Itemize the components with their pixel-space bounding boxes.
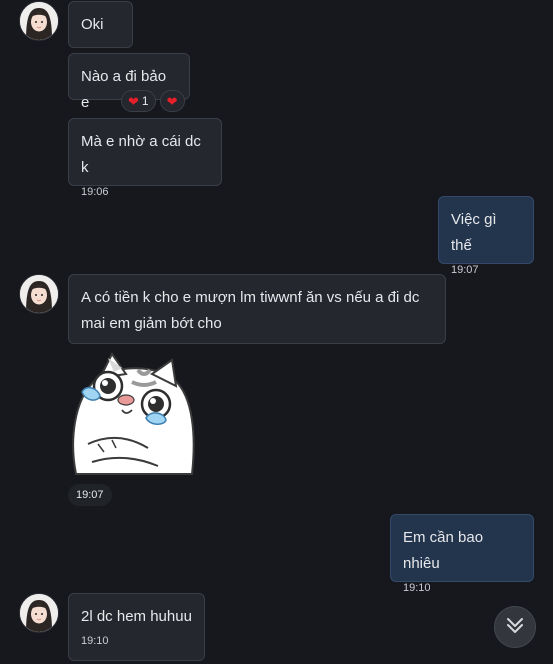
contact-avatar[interactable] xyxy=(19,593,59,633)
outgoing-message[interactable]: Việc gì thế 19:07 xyxy=(438,196,534,276)
incoming-message[interactable]: 2l dc hem huhuu 19:10 xyxy=(68,593,205,661)
outgoing-message[interactable]: Em cần bao nhiêu 19:10 xyxy=(390,514,534,594)
incoming-message[interactable]: Mà e nhờ a cái dc k 19:06 xyxy=(68,118,222,198)
incoming-message[interactable]: Oki xyxy=(68,1,133,48)
contact-avatar[interactable] xyxy=(19,274,59,314)
message-time: 19:10 xyxy=(403,582,431,594)
message-text: Em cần bao nhiêu xyxy=(403,529,484,572)
message-text: Việc gì thế xyxy=(451,211,497,254)
double-chevron-down-icon xyxy=(504,614,526,641)
reaction-count: 1 xyxy=(141,94,149,108)
message-text: 2l dc hem huhuu xyxy=(81,608,192,625)
contact-avatar[interactable] xyxy=(19,1,59,41)
reaction-heart[interactable]: ❤ 1 xyxy=(121,90,156,112)
message-time: 19:10 xyxy=(81,635,109,647)
message-time: 19:07 xyxy=(451,264,479,276)
reaction-heart[interactable]: ❤ xyxy=(159,90,185,112)
message-text: Oki xyxy=(81,16,104,33)
message-text-line: A có tiền k cho e mượn lm tiwwnf ăn vs n… xyxy=(81,289,420,306)
message-text: Mà e nhờ a cái dc k xyxy=(81,133,201,176)
message-time: 19:06 xyxy=(81,186,109,198)
scroll-to-bottom-button[interactable] xyxy=(494,606,536,648)
sticker-time: 19:07 xyxy=(68,484,112,506)
heart-icon: ❤ xyxy=(128,93,139,109)
crying-cat-sticker[interactable] xyxy=(68,348,200,482)
message-text-line: mai em giảm bớt cho xyxy=(81,315,222,332)
message-reactions: ❤ 1 ❤ xyxy=(121,90,185,112)
incoming-message[interactable]: A có tiền k cho e mượn lm tiwwnf ăn vs n… xyxy=(68,274,446,344)
heart-icon: ❤ xyxy=(166,93,178,109)
